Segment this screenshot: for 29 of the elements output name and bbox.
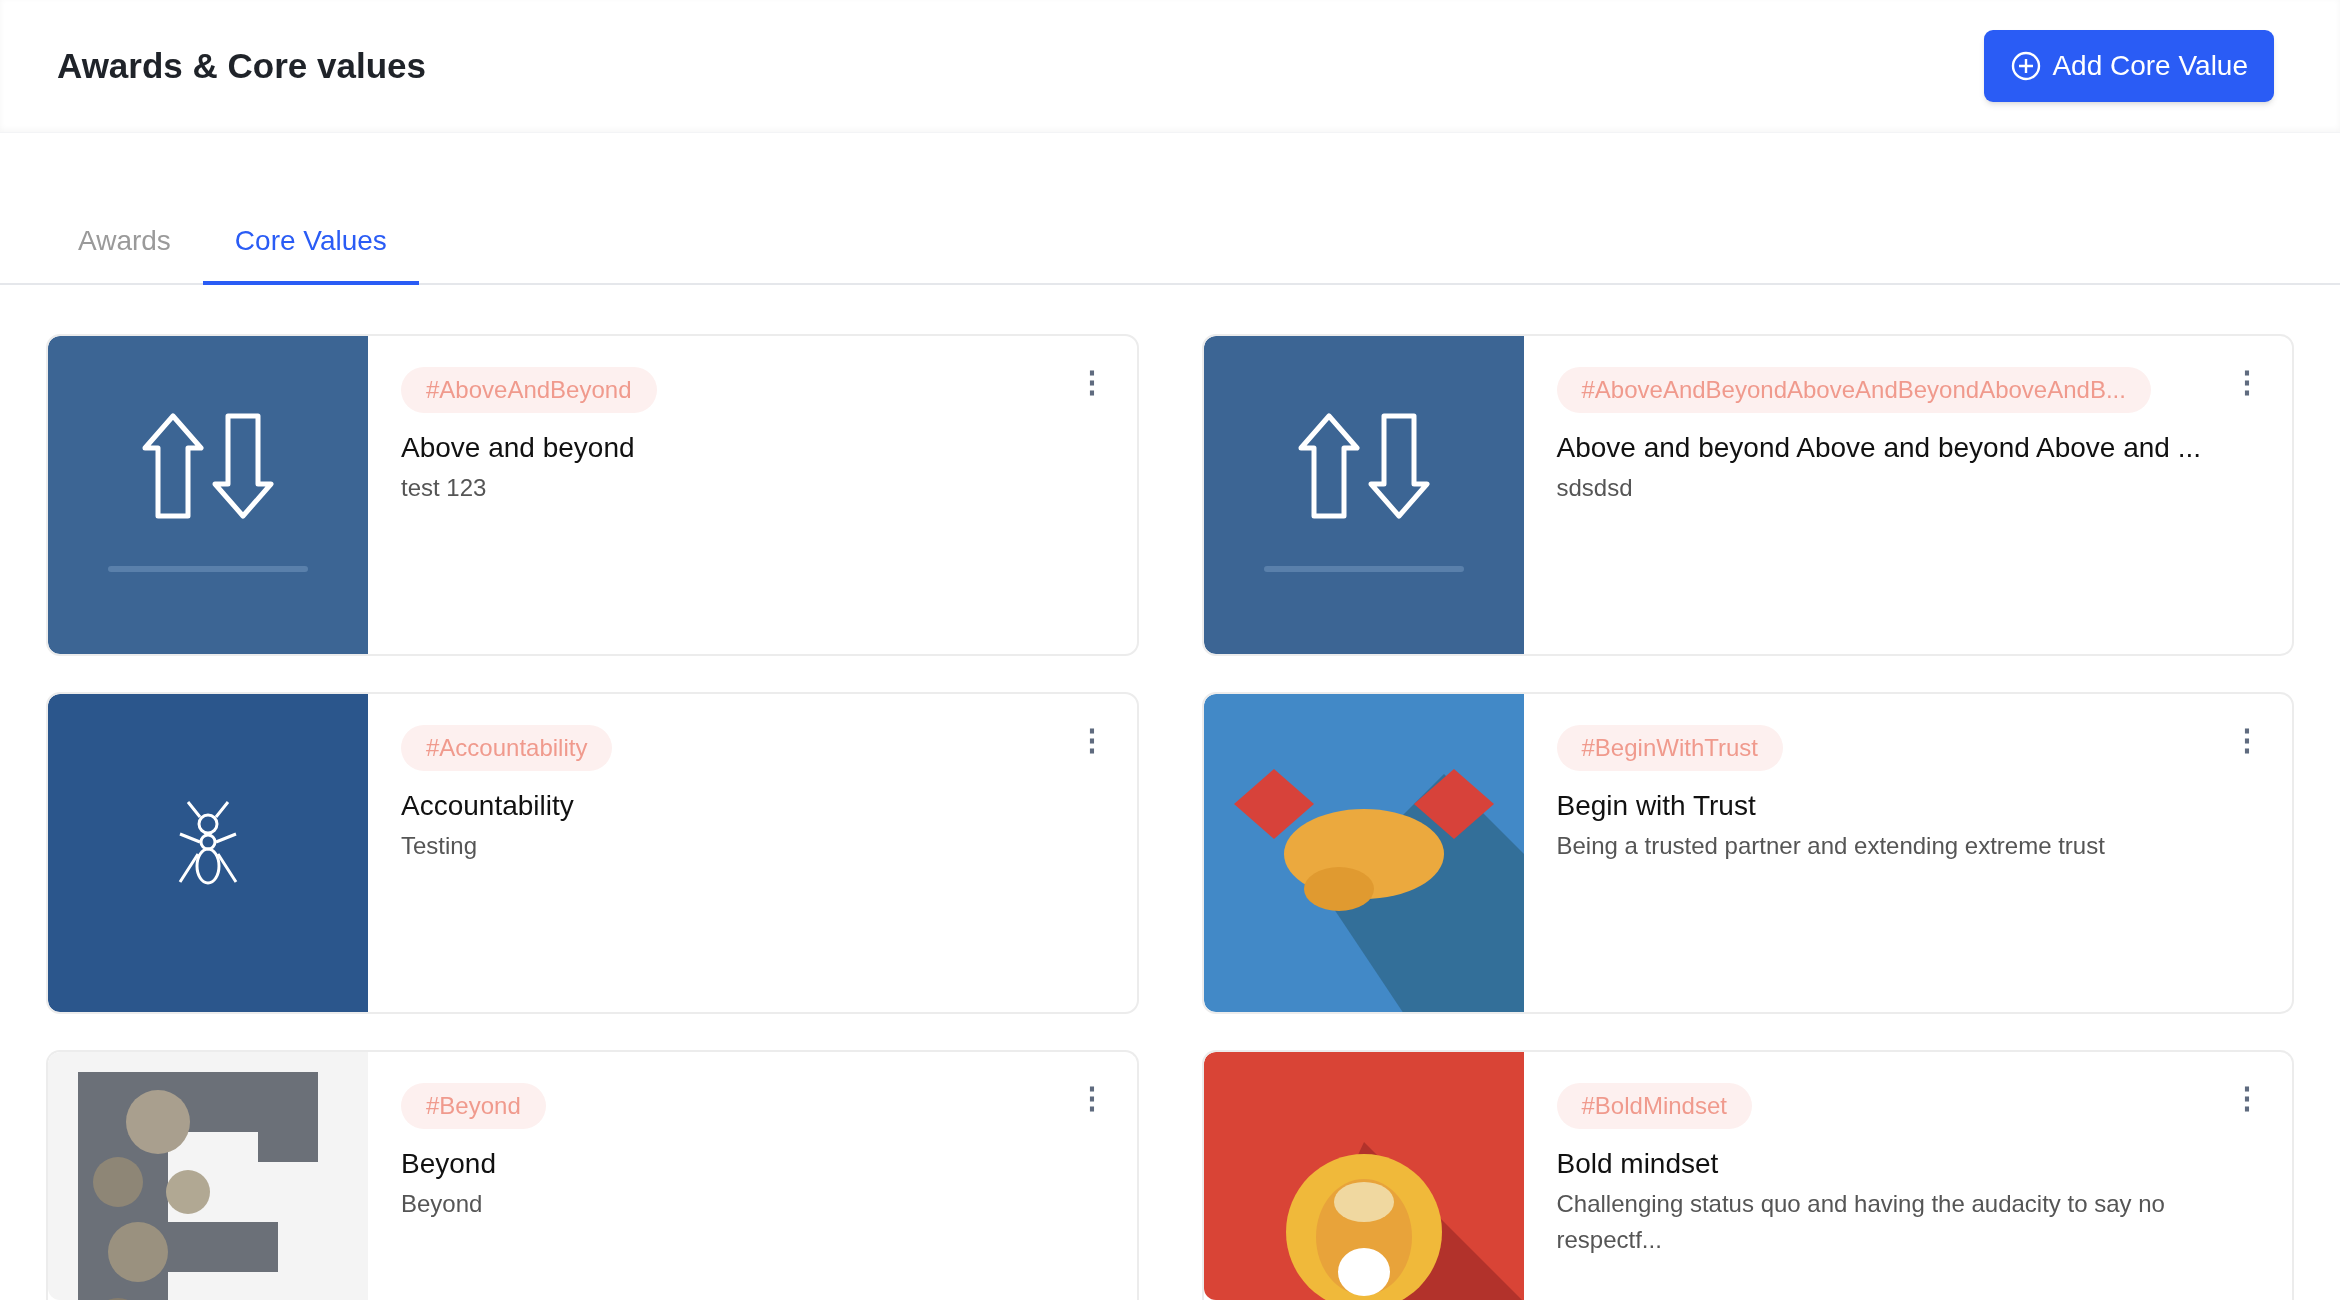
card-title: Beyond	[401, 1147, 496, 1181]
card-description: sdsdsd	[1556, 473, 1633, 503]
card-description: Challenging status quo and having the audacity to say no respectf...	[1556, 1189, 2166, 1255]
card-description: Being a trusted partner and extending extreme trust	[1556, 831, 2105, 861]
card-description: Testing	[401, 831, 478, 861]
hashtag-tag: #AboveAndBeyondAboveAndBeyondAboveAndB...	[1556, 367, 2151, 413]
hashtag-tag: #Beyond	[401, 1083, 546, 1129]
more-options-button[interactable]: ⋮	[2224, 367, 2270, 397]
add-core-value-button[interactable]: Add Core Value	[1984, 30, 2274, 102]
hashtag-tag: #BeginWithTrust	[1556, 725, 1783, 771]
card-title: Accountability	[401, 789, 574, 823]
hashtag-tag: #AboveAndBeyond	[401, 367, 657, 413]
more-options-button[interactable]: ⋮	[1068, 1083, 1115, 1113]
plus-circle-icon	[2010, 50, 2043, 82]
hashtag-tag: #BoldMindset	[1556, 1083, 1752, 1129]
card-title: Bold mindset	[1556, 1147, 1719, 1181]
more-options-button[interactable]: ⋮	[2224, 725, 2270, 755]
tab[interactable]: Awards	[46, 200, 203, 285]
card-title: Above and beyond	[401, 431, 635, 465]
card-title: Above and beyond Above and beyond Above and ...	[1556, 431, 2202, 465]
card-description: test 123	[401, 473, 487, 503]
card-title: Begin with Trust	[1556, 789, 1756, 823]
hashtag-tag: #Accountability	[401, 725, 613, 771]
more-options-button[interactable]: ⋮	[1068, 725, 1115, 755]
more-options-button[interactable]: ⋮	[1068, 367, 1115, 397]
card-description: Beyond	[401, 1189, 483, 1219]
tab[interactable]: Core Values	[202, 200, 419, 285]
page-title: Awards & Core values	[57, 44, 426, 87]
more-options-button[interactable]: ⋮	[2224, 1083, 2270, 1113]
